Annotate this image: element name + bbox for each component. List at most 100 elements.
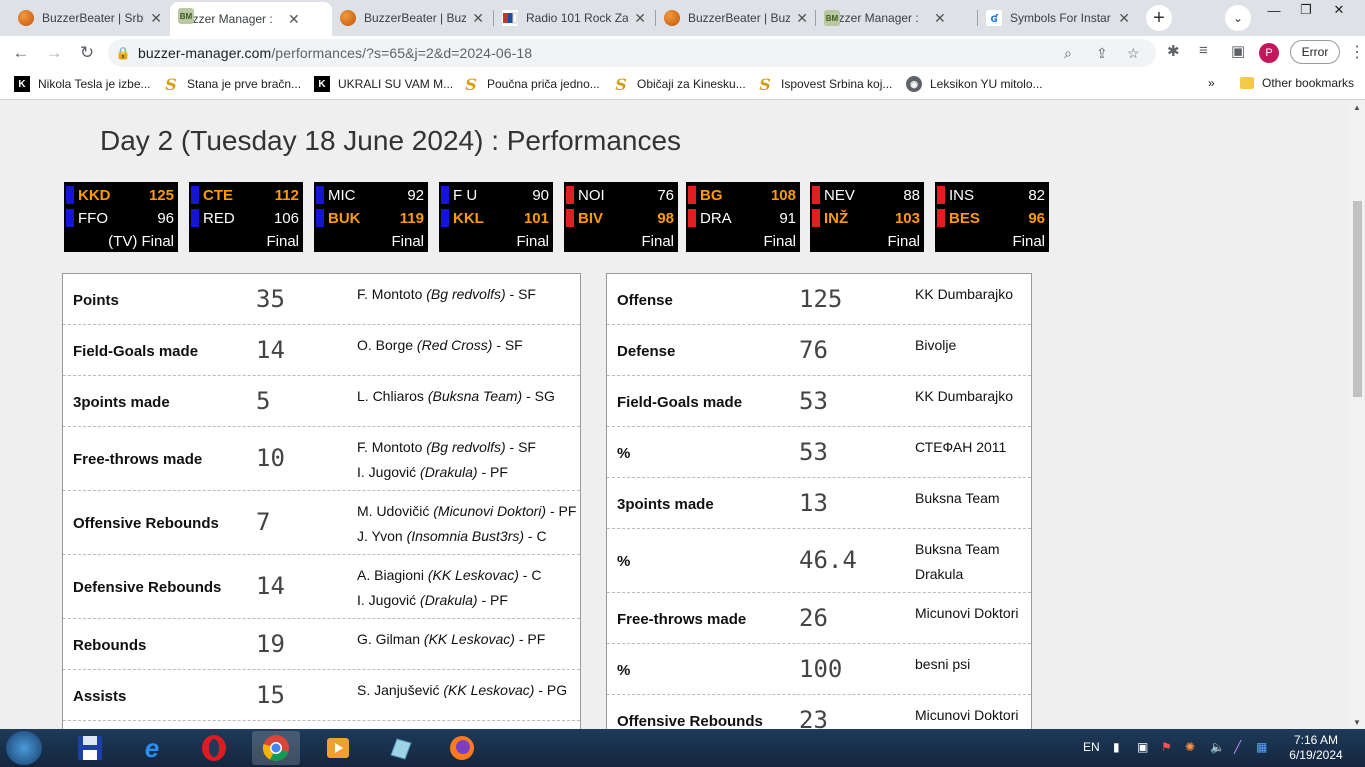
close-icon[interactable]: ✕ xyxy=(472,10,484,27)
browser-tab[interactable]: BuzzerBeater | Srbi ✕ xyxy=(10,4,170,32)
pen-icon[interactable]: ╱ xyxy=(1234,740,1241,754)
bookmarks-overflow-button[interactable]: » xyxy=(1208,76,1215,90)
player-line[interactable]: S. Janjušević (KK Leskovac) - PG xyxy=(357,678,567,703)
forward-button[interactable]: → xyxy=(42,41,66,65)
game-score-box[interactable]: F U 90 KKL 101 Final xyxy=(439,182,553,252)
game-score-box[interactable]: INS 82 BES 96 Final xyxy=(935,182,1049,252)
bookmark-item[interactable]: K UKRALI SU VAM M... xyxy=(314,76,453,92)
player-name[interactable]: F. Montoto xyxy=(357,439,422,455)
player-name[interactable]: L. Chliaros xyxy=(357,388,424,404)
chrome-icon[interactable] xyxy=(252,731,300,765)
team-name[interactable]: besni psi xyxy=(915,652,970,677)
browser-tab[interactable]: BuzzerBeater | Buz ✕ xyxy=(332,4,492,32)
media-control-icon[interactable]: ≡ xyxy=(1199,42,1208,59)
menu-kebab-icon[interactable]: ⋮ xyxy=(1349,42,1365,62)
bookmark-star-icon[interactable]: ☆ xyxy=(1127,45,1140,62)
scroll-down-icon[interactable]: ▼ xyxy=(1353,718,1361,727)
notes-app-icon[interactable] xyxy=(376,731,424,765)
player-name[interactable]: I. Jugović xyxy=(357,464,416,480)
close-icon[interactable]: ✕ xyxy=(634,10,646,27)
close-icon[interactable]: ✕ xyxy=(150,10,162,27)
zoom-icon[interactable]: ⌕ xyxy=(1064,45,1072,62)
player-line[interactable]: A. Biagioni (KK Leskovac) - C xyxy=(357,563,541,588)
browser-tab-active[interactable]: BM Buzzer Manager : ✕ xyxy=(170,2,332,36)
security-icon[interactable]: ⚑ xyxy=(1161,740,1172,754)
display-icon[interactable]: ▣ xyxy=(1137,740,1148,754)
opera-icon[interactable] xyxy=(190,731,238,765)
team-name[interactable]: Buksna Team xyxy=(915,537,1000,562)
game-score-box[interactable]: BG 108 DRA 91 Final xyxy=(686,182,800,252)
system-clock[interactable]: 7:16 AM 6/19/2024 xyxy=(1282,733,1350,763)
language-indicator[interactable]: EN xyxy=(1083,740,1100,754)
side-panel-icon[interactable]: ▣ xyxy=(1231,42,1245,60)
close-icon[interactable]: ✕ xyxy=(1118,10,1130,27)
game-score-box[interactable]: NEV 88 INŽ 103 Final xyxy=(810,182,924,252)
player-line[interactable]: O. Borge (Red Cross) - SF xyxy=(357,333,523,358)
close-icon[interactable]: ✕ xyxy=(796,10,808,27)
vertical-scrollbar[interactable]: ▲ ▼ xyxy=(1350,101,1365,729)
bookmark-item[interactable]: S Ispovest Srbina koj... xyxy=(757,75,892,94)
player-line[interactable]: I. Jugović (Drakula) - PF xyxy=(357,588,541,613)
player-line[interactable]: F. Montoto (Bg redvolfs) - SF xyxy=(357,435,536,460)
media-player-icon[interactable] xyxy=(314,731,362,765)
profile-avatar[interactable]: P xyxy=(1259,43,1279,63)
bookmark-item[interactable]: K Nikola Tesla je izbe... xyxy=(14,76,151,92)
game-score-box[interactable]: KKD 125 FFO 96 (TV) Final xyxy=(64,182,178,252)
address-bar[interactable]: 🔒 buzzer-manager.com/performances/?s=65&… xyxy=(108,39,1156,67)
volume-icon[interactable]: 🔈 xyxy=(1210,740,1225,754)
browser-tab[interactable]: BuzzerBeater | Buz ✕ xyxy=(656,4,816,32)
team-name[interactable]: Buksna Team xyxy=(915,486,1000,511)
team-name[interactable]: KK Dumbarajko xyxy=(915,282,1013,307)
player-name[interactable]: I. Jugović xyxy=(357,592,416,608)
browser-tab[interactable]: ʛ Symbols For Instar ✕ xyxy=(978,4,1138,32)
player-name[interactable]: J. Yvon xyxy=(357,528,403,544)
browser-tab[interactable]: Radio 101 Rock Za ✕ xyxy=(494,4,654,32)
player-line[interactable]: M. Udovičić (Micunovi Doktori) - PF xyxy=(357,499,576,524)
bookmark-item[interactable]: S Običaji za Kinesku... xyxy=(613,75,746,94)
bookmark-item[interactable]: S Stana je prve bračn... xyxy=(163,75,301,94)
player-name[interactable]: A. Biagioni xyxy=(357,567,424,583)
player-line[interactable]: L. Chliaros (Buksna Team) - SG xyxy=(357,384,555,409)
error-button[interactable]: Error xyxy=(1290,40,1340,64)
other-bookmarks[interactable]: Other bookmarks xyxy=(1240,76,1354,90)
floppy-app-icon[interactable] xyxy=(66,731,114,765)
restore-button[interactable]: ❐ xyxy=(1290,0,1322,20)
window-close-button[interactable]: ✕ xyxy=(1323,0,1355,20)
game-score-box[interactable]: MIC 92 BUK 119 Final xyxy=(314,182,428,252)
reload-button[interactable]: ↻ xyxy=(75,41,99,65)
team-name[interactable]: Micunovi Doktori xyxy=(915,703,1018,728)
share-icon[interactable]: ⇪ xyxy=(1096,45,1108,62)
player-name[interactable]: M. Udovičić xyxy=(357,503,429,519)
start-button[interactable] xyxy=(6,731,42,765)
team-name[interactable]: Bivolje xyxy=(915,333,956,358)
team-name[interactable]: KK Dumbarajko xyxy=(915,384,1013,409)
minimize-button[interactable]: — xyxy=(1258,0,1290,20)
new-tab-button[interactable]: + xyxy=(1146,5,1172,31)
widgets-icon[interactable]: ▦ xyxy=(1256,740,1267,754)
close-icon[interactable]: ✕ xyxy=(934,10,946,27)
scrollbar-thumb[interactable] xyxy=(1353,201,1362,397)
player-line[interactable]: F. Montoto (Bg redvolfs) - SF xyxy=(357,282,536,307)
player-line[interactable]: J. Yvon (Insomnia Bust3rs) - C xyxy=(357,524,576,549)
team-name[interactable]: СТЕФАН 2011 xyxy=(915,435,1006,460)
update-icon[interactable]: ✺ xyxy=(1185,740,1195,754)
team-name[interactable]: Drakula xyxy=(915,562,1000,587)
team-name[interactable]: Micunovi Doktori xyxy=(915,601,1018,626)
scroll-up-icon[interactable]: ▲ xyxy=(1353,103,1361,112)
game-score-box[interactable]: CTE 112 RED 106 Final xyxy=(189,182,303,252)
bookmark-item[interactable]: ◉ Leksikon YU mitolo... xyxy=(906,76,1043,92)
player-name[interactable]: S. Janjušević xyxy=(357,682,439,698)
game-score-box[interactable]: NOI 76 BIV 98 Final xyxy=(564,182,678,252)
player-line[interactable]: G. Gilman (KK Leskovac) - PF xyxy=(357,627,545,652)
network-icon[interactable]: ▮ xyxy=(1113,740,1120,754)
browser-tab[interactable]: BM Buzzer Manager : ✕ xyxy=(816,4,976,32)
player-name[interactable]: F. Montoto xyxy=(357,286,422,302)
internet-explorer-icon[interactable]: e xyxy=(128,731,176,765)
tab-search-button[interactable]: ⌄ xyxy=(1225,5,1251,31)
extensions-icon[interactable]: ✱ xyxy=(1167,42,1180,60)
bookmark-item[interactable]: S Poučna priča jedno... xyxy=(463,75,600,94)
lock-icon[interactable]: 🔒 xyxy=(108,46,138,60)
player-name[interactable]: G. Gilman xyxy=(357,631,420,647)
player-line[interactable]: I. Jugović (Drakula) - PF xyxy=(357,460,536,485)
firefox-icon[interactable] xyxy=(438,731,486,765)
